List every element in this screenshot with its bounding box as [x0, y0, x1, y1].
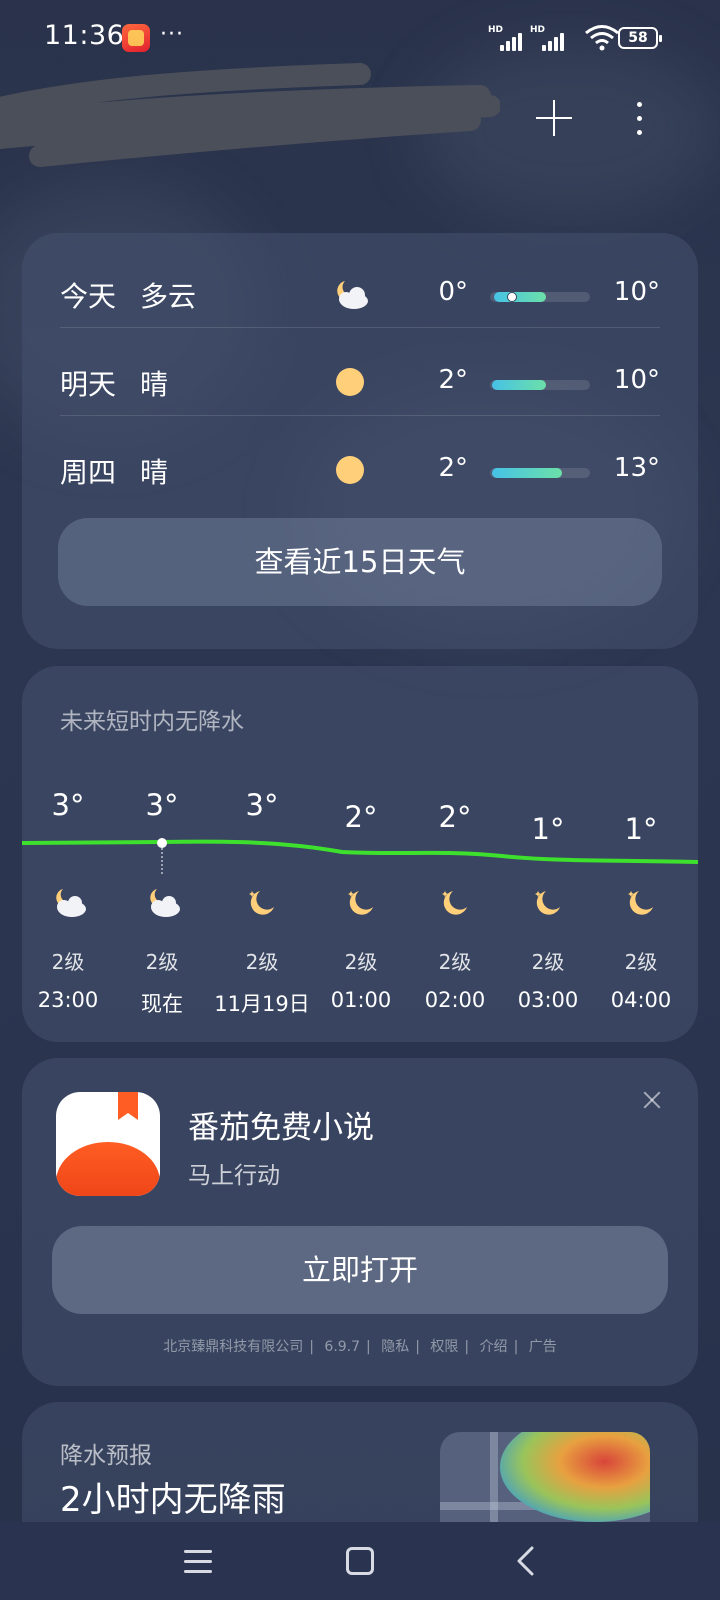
- moon-icon: [628, 891, 653, 915]
- ad-footer: 北京臻鼎科技有限公司 | 6.9.7 | 隐私 | 权限 | 介绍 | 广告: [22, 1336, 698, 1356]
- hour-item: 1° 2级 04:00: [593, 666, 689, 1042]
- hour-temp: 3°: [145, 788, 179, 822]
- signal-strength-icon: HD: [488, 25, 526, 51]
- temperature-range-bar: [490, 292, 590, 302]
- forecast-row-thursday[interactable]: 周四 晴 2° 13°: [60, 425, 660, 513]
- temperature-range-bar: [490, 468, 590, 478]
- forecast-low: 2°: [438, 365, 468, 395]
- open-app-button[interactable]: 立即打开: [52, 1226, 668, 1314]
- close-icon[interactable]: [640, 1088, 664, 1112]
- add-city-button[interactable]: [534, 98, 574, 138]
- forecast-day: 今天: [60, 280, 117, 313]
- ad-card: 番茄免费小说 马上行动 立即打开 北京臻鼎科技有限公司 | 6.9.7 | 隐私 | …: [22, 1058, 698, 1386]
- back-icon[interactable]: [514, 1546, 538, 1576]
- battery-icon: 58: [618, 27, 662, 49]
- hour-time: 11月19日: [214, 992, 310, 1016]
- more-options-button[interactable]: [626, 100, 652, 140]
- hour-wind: 2级: [531, 950, 565, 974]
- hour-wind: 2级: [438, 950, 472, 974]
- signal-strength-icon-2: HD: [530, 25, 568, 51]
- hour-time: 01:00: [330, 988, 392, 1012]
- forecast-high: 13°: [613, 453, 660, 483]
- hd-label: HD: [488, 25, 504, 35]
- notification-app-icon: [122, 24, 150, 52]
- hour-time: 04:00: [610, 988, 672, 1012]
- wifi-icon: [585, 25, 619, 51]
- hour-temp: 1°: [531, 812, 565, 846]
- hour-item: 3° 2级 23:00: [20, 666, 116, 1042]
- forecast-low: 0°: [438, 277, 468, 307]
- forecast-condition: 晴: [140, 456, 169, 489]
- moon-icon: [249, 891, 274, 915]
- partly-cloudy-night-icon: [56, 889, 86, 917]
- current-temp-marker: [508, 293, 516, 301]
- hour-item: 2° 2级 02:00: [407, 666, 503, 1042]
- forecast-high: 10°: [613, 277, 660, 307]
- hd-label-2: HD: [530, 25, 546, 35]
- forecast-condition: 多云: [140, 280, 197, 313]
- hour-item-now: 3° 2级 现在: [114, 666, 210, 1042]
- home-icon[interactable]: [346, 1547, 374, 1575]
- hour-time: 23:00: [37, 988, 99, 1012]
- forecast-condition: 晴: [140, 368, 169, 401]
- hour-wind: 2级: [344, 950, 378, 974]
- partly-cloudy-night-icon: [337, 281, 368, 309]
- hour-wind: 2级: [51, 950, 85, 974]
- ad-version: 6.9.7: [324, 1339, 361, 1355]
- ad-company: 北京臻鼎科技有限公司: [163, 1339, 304, 1355]
- forecast-day: 周四: [60, 456, 117, 489]
- recent-apps-icon[interactable]: [184, 1550, 212, 1574]
- hour-temp: 3°: [245, 788, 279, 822]
- hourly-forecast-card: 未来短时内无降水 3° 2级 23:00 3° 2级 现在 3° 2级 11月1…: [22, 666, 698, 1042]
- hour-temp: 3°: [51, 788, 85, 822]
- app-logo-icon: [56, 1092, 160, 1196]
- forecast-high: 10°: [613, 365, 660, 395]
- precip-label: 降水预报: [60, 1443, 152, 1469]
- hour-temp: 2°: [344, 800, 378, 834]
- forecast-card: 今天 多云 0° 10° 明天 晴 2° 10° 周四 晴 2° 13° 查看近…: [22, 233, 698, 649]
- forecast-row-tomorrow[interactable]: 明天 晴 2° 10°: [60, 337, 660, 425]
- hour-temp: 1°: [624, 812, 658, 846]
- hour-wind: 2级: [624, 950, 658, 974]
- moon-icon: [535, 891, 560, 915]
- moon-icon: [348, 891, 373, 915]
- ad-label: 广告: [528, 1339, 557, 1355]
- partly-cloudy-night-icon: [150, 889, 180, 917]
- sun-icon: [336, 456, 364, 484]
- hour-temp: 2°: [438, 800, 472, 834]
- hour-time: 02:00: [424, 988, 486, 1012]
- hour-time: 现在: [141, 992, 183, 1016]
- ad-app-name: 番茄免费小说: [188, 1110, 374, 1146]
- ad-privacy-link[interactable]: 隐私: [375, 1339, 415, 1355]
- status-time: 11:36: [44, 20, 125, 51]
- hour-wind: 2级: [145, 950, 179, 974]
- hour-item: 2° 2级 01:00: [313, 666, 409, 1042]
- temperature-range-bar: [490, 380, 590, 390]
- precip-value: 2小时内无降雨: [60, 1480, 286, 1520]
- ad-permissions-link[interactable]: 权限: [424, 1339, 464, 1355]
- redacted-location-title: [0, 63, 500, 167]
- hour-item: 1° 2级 03:00: [500, 666, 596, 1042]
- forecast-low: 2°: [438, 453, 468, 483]
- sun-icon: [336, 368, 364, 396]
- hour-wind: 2级: [245, 950, 279, 974]
- more-notifications-icon: ···: [160, 22, 184, 47]
- hour-item: 3° 2级 11月19日: [214, 666, 310, 1042]
- forecast-row-today[interactable]: 今天 多云 0° 10°: [60, 249, 660, 337]
- navigation-bar: [0, 1522, 720, 1600]
- view-15-day-forecast-button[interactable]: 查看近15日天气: [58, 518, 662, 606]
- ad-intro-link[interactable]: 介绍: [474, 1339, 514, 1355]
- forecast-day: 明天: [60, 368, 117, 401]
- hour-time: 03:00: [517, 988, 579, 1012]
- moon-icon: [442, 891, 467, 915]
- ad-subtitle: 马上行动: [188, 1163, 280, 1189]
